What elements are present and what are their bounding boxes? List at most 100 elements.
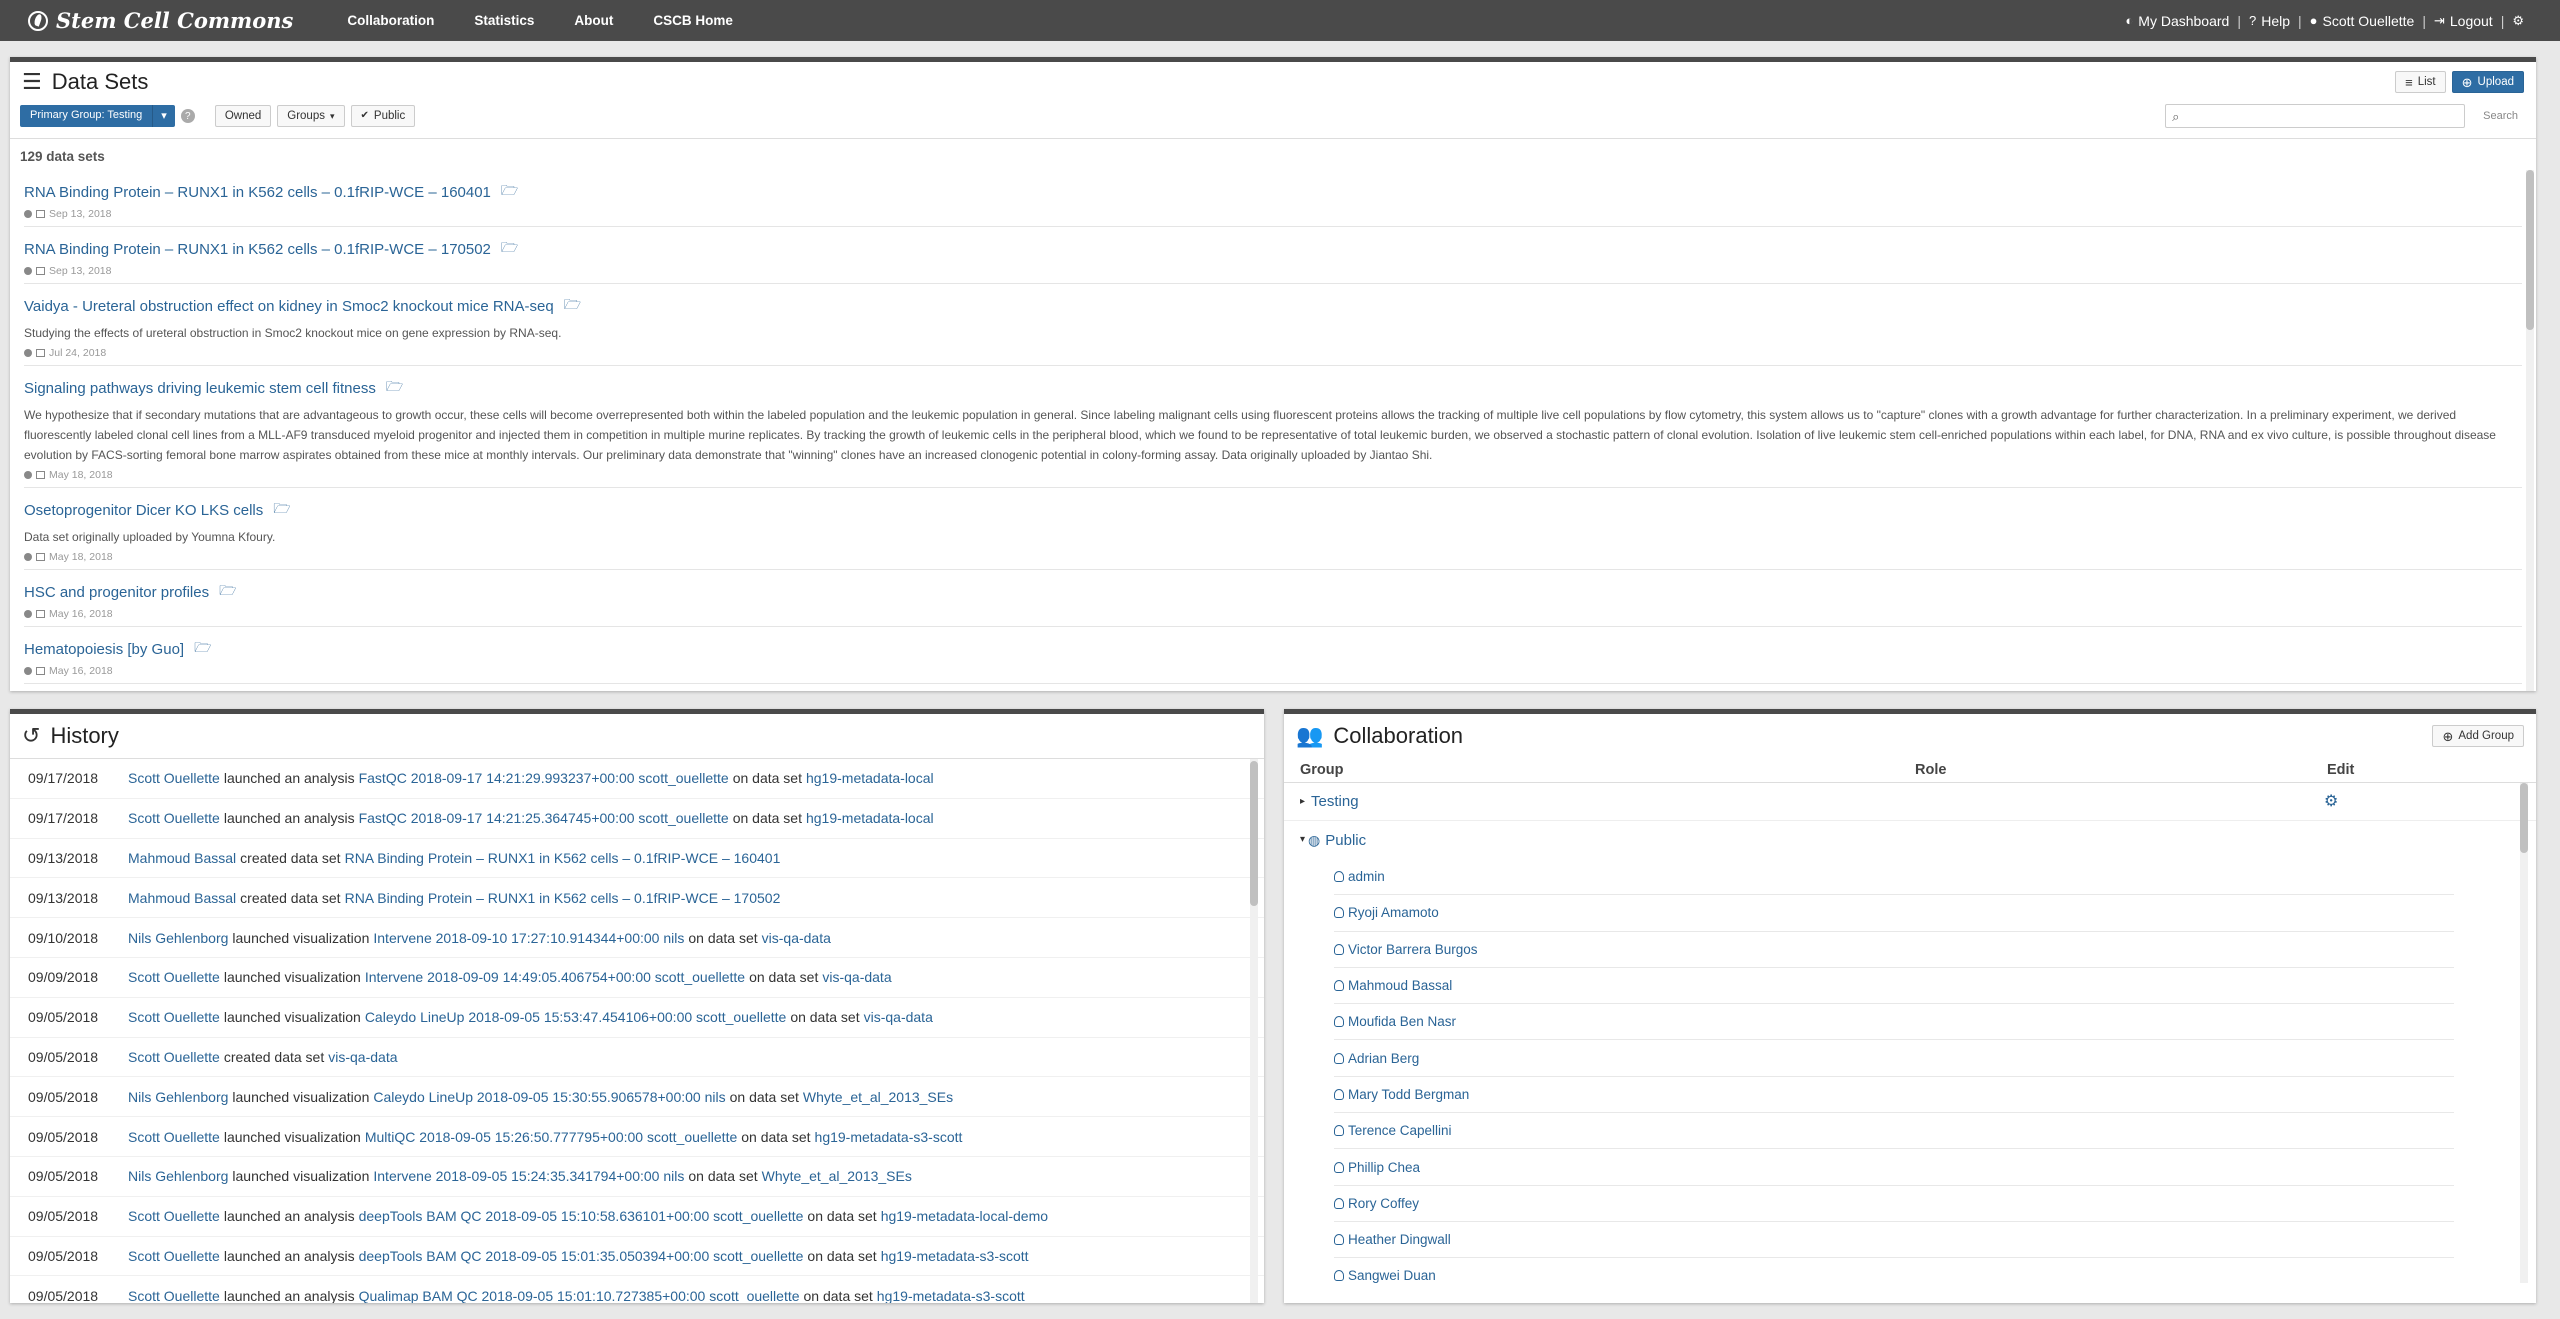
folder-open-icon[interactable]: 🗁 [194, 637, 211, 661]
history-user-link[interactable]: Mahmoud Bassal [128, 890, 236, 906]
groups-filter-button[interactable]: Groups ▾ [277, 105, 345, 127]
brand[interactable]: Stem Cell Commons [28, 8, 293, 33]
history-target-link[interactable]: Intervene 2018-09-05 15:24:35.341794+00:… [373, 1168, 684, 1184]
nav-link-about[interactable]: About [554, 13, 633, 28]
history-user-link[interactable]: Mahmoud Bassal [128, 850, 236, 866]
history-target-link[interactable]: RNA Binding Protein – RUNX1 in K562 cell… [345, 890, 781, 906]
member-name-link[interactable]: Heather Dingwall [1348, 1232, 1451, 1247]
upload-button[interactable]: ⊕ Upload [2451, 71, 2524, 93]
caret-down-icon[interactable]: ▾ [1300, 835, 1305, 845]
list-view-button[interactable]: ≡ List [2395, 71, 2446, 93]
question-icon[interactable]: ? [180, 109, 195, 123]
nav-link-collaboration[interactable]: Collaboration [327, 13, 454, 28]
member-name-link[interactable]: Phillip Chea [1348, 1160, 1420, 1175]
folder-open-icon[interactable]: 🗁 [386, 376, 403, 400]
member-name-link[interactable]: Mary Todd Bergman [1348, 1087, 1469, 1102]
history-dataset-link[interactable]: hg19-metadata-s3-scott [881, 1248, 1029, 1264]
dataset-title-link[interactable]: Osetoprogenitor Dicer KO LKS cells [24, 502, 263, 519]
folder-open-icon[interactable]: 🗁 [219, 580, 236, 604]
caret-down-icon[interactable]: ▾ [152, 105, 175, 127]
history-dataset-link[interactable]: hg19-metadata-local [806, 810, 934, 826]
history-target-link[interactable]: RNA Binding Protein – RUNX1 in K562 cell… [345, 850, 781, 866]
search-button[interactable]: Search [2475, 106, 2526, 126]
member-name-link[interactable]: Ryoji Amamoto [1348, 905, 1439, 920]
scrollbar-thumb[interactable] [1250, 761, 1258, 906]
history-user-link[interactable]: Nils Gehlenborg [128, 930, 228, 946]
history-target-link[interactable]: Qualimap BAM QC 2018-09-05 15:01:10.7273… [359, 1288, 800, 1303]
caret-right-icon[interactable]: ▸ [1300, 796, 1305, 807]
history-user-link[interactable]: Scott Ouellette [128, 1049, 220, 1065]
group-row-testing[interactable]: ▸ Testing ⚙ [1284, 783, 2536, 821]
public-filter-button[interactable]: ✔ Public [350, 105, 416, 127]
dataset-title-link[interactable]: RNA Binding Protein – RUNX1 in K562 cell… [24, 184, 491, 201]
history-user-link[interactable]: Scott Ouellette [128, 1129, 220, 1145]
history-target-link[interactable]: MultiQC 2018-09-05 15:26:50.777795+00:00… [365, 1129, 737, 1145]
history-dataset-link[interactable]: hg19-metadata-s3-scott [815, 1129, 963, 1145]
group-row-public[interactable]: ▾ ◍ Public [1284, 821, 2536, 859]
history-target-link[interactable]: Caleydo LineUp 2018-09-05 15:53:47.45410… [365, 1009, 787, 1025]
scrollbar-thumb[interactable] [2526, 170, 2534, 330]
history-dataset-link[interactable]: hg19-metadata-s3-scott [877, 1288, 1025, 1303]
history-target-link[interactable]: deepTools BAM QC 2018-09-05 15:10:58.636… [359, 1208, 804, 1224]
history-user-link[interactable]: Scott Ouellette [128, 770, 220, 786]
search-input[interactable] [2185, 109, 2465, 123]
history-target-link[interactable]: deepTools BAM QC 2018-09-05 15:01:35.050… [359, 1248, 804, 1264]
folder-open-icon[interactable]: 🗁 [273, 498, 290, 522]
member-name-link[interactable]: Adrian Berg [1348, 1051, 1419, 1066]
history-dataset-link[interactable]: hg19-metadata-local [806, 770, 934, 786]
history-user-link[interactable]: Scott Ouellette [128, 1288, 220, 1303]
dataset-title-link[interactable]: Signaling pathways driving leukemic stem… [24, 380, 376, 397]
member-name-link[interactable]: admin [1348, 869, 1385, 884]
history-target-link[interactable]: vis-qa-data [328, 1049, 397, 1065]
settings-button[interactable]: ⚙ [2504, 14, 2532, 27]
gear-icon[interactable]: ⚙ [2324, 793, 2338, 810]
owned-filter-button[interactable]: Owned [214, 105, 272, 127]
add-group-button[interactable]: ⊕ Add Group [2432, 725, 2524, 747]
history-target-link[interactable]: FastQC 2018-09-17 14:21:25.364745+00:00 … [359, 810, 729, 826]
logout-link[interactable]: ⇥ Logout [2426, 13, 2501, 29]
history-target-link[interactable]: Intervene 2018-09-10 17:27:10.914344+00:… [373, 930, 684, 946]
member-name-link[interactable]: Mahmoud Bassal [1348, 978, 1452, 993]
history-dataset-link[interactable]: vis-qa-data [864, 1009, 933, 1025]
folder-open-icon[interactable]: 🗁 [501, 180, 518, 204]
scrollbar-thumb[interactable] [2520, 783, 2528, 853]
folder-open-icon[interactable]: 🗁 [501, 237, 518, 261]
dataset-title-link[interactable]: RNA Binding Protein – RUNX1 in K562 cell… [24, 241, 491, 258]
member-name-link[interactable]: Moufida Ben Nasr [1348, 1014, 1456, 1029]
member-name-link[interactable]: Sangwei Duan [1348, 1268, 1436, 1283]
history-user-link[interactable]: Scott Ouellette [128, 810, 220, 826]
history-dataset-link[interactable]: vis-qa-data [762, 930, 831, 946]
group-name[interactable]: Testing [1311, 793, 1359, 810]
dashboard-link[interactable]: ◐ My Dashboard [2117, 13, 2237, 29]
dataset-title-link[interactable]: Hematopoiesis [by Guo] [24, 641, 184, 658]
history-row: 09/10/2018 Nils Gehlenborg launched visual… [10, 918, 1264, 958]
history-target-link[interactable]: Intervene 2018-09-09 14:49:05.406754+00:… [365, 969, 745, 985]
dataset-title-link[interactable]: Vaidya - Ureteral obstruction effect on … [24, 298, 554, 315]
nav-link-cscb-home[interactable]: CSCB Home [633, 13, 753, 28]
member-name-link[interactable]: Terence Capellini [1348, 1123, 1452, 1138]
primary-group-dropdown[interactable]: Primary Group: Testing ▾ [20, 105, 175, 127]
history-user-link[interactable]: Nils Gehlenborg [128, 1089, 228, 1105]
history-user-link[interactable]: Scott Ouellette [128, 1009, 220, 1025]
history-dataset-link[interactable]: Whyte_et_al_2013_SEs [803, 1089, 953, 1105]
nav-link-statistics[interactable]: Statistics [454, 13, 554, 28]
dataset-title-link[interactable]: HSC and progenitor profiles [24, 584, 209, 601]
history-scrollbar[interactable] [1250, 759, 1258, 1303]
history-target-link[interactable]: FastQC 2018-09-17 14:21:29.993237+00:00 … [359, 770, 729, 786]
history-dataset-link[interactable]: Whyte_et_al_2013_SEs [762, 1168, 912, 1184]
member-name-link[interactable]: Rory Coffey [1348, 1196, 1419, 1211]
history-dataset-link[interactable]: hg19-metadata-local-demo [881, 1208, 1048, 1224]
history-user-link[interactable]: Scott Ouellette [128, 969, 220, 985]
history-dataset-link[interactable]: vis-qa-data [822, 969, 891, 985]
dataset-list-scrollbar[interactable] [2526, 170, 2534, 691]
history-target-link[interactable]: Caleydo LineUp 2018-09-05 15:30:55.90657… [373, 1089, 725, 1105]
collab-scrollbar[interactable] [2520, 783, 2528, 1283]
history-user-link[interactable]: Scott Ouellette [128, 1248, 220, 1264]
member-name-link[interactable]: Victor Barrera Burgos [1348, 942, 1478, 957]
group-name[interactable]: Public [1325, 832, 1366, 849]
history-user-link[interactable]: Scott Ouellette [128, 1208, 220, 1224]
history-user-link[interactable]: Nils Gehlenborg [128, 1168, 228, 1184]
user-link[interactable]: ● Scott Ouellette [2302, 13, 2423, 29]
folder-open-icon[interactable]: 🗁 [564, 294, 581, 318]
help-link[interactable]: ? Help [2241, 13, 2298, 29]
